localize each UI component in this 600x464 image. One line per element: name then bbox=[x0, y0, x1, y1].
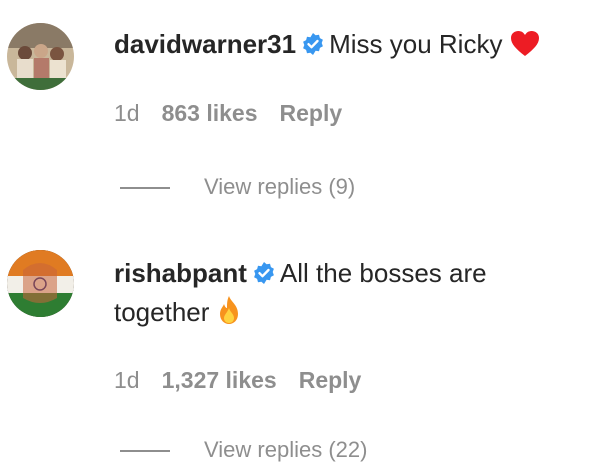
reply-button[interactable]: Reply bbox=[299, 367, 362, 393]
view-replies-button[interactable]: View replies (9) bbox=[120, 173, 355, 201]
reply-button[interactable]: Reply bbox=[280, 100, 343, 126]
comment-item: rishabpant All the bosses are together 1d… bbox=[0, 220, 600, 462]
red-heart-icon bbox=[510, 30, 540, 64]
view-replies-button[interactable]: View replies (22) bbox=[120, 436, 367, 464]
comment-likes[interactable]: 863 likes bbox=[162, 100, 258, 126]
fire-icon bbox=[217, 295, 241, 332]
comment-username[interactable]: rishabpant bbox=[114, 258, 247, 288]
verified-badge-icon bbox=[252, 260, 276, 292]
verified-badge-icon bbox=[301, 31, 325, 63]
comment-likes[interactable]: 1,327 likes bbox=[162, 367, 277, 393]
comment-text-line-2: together bbox=[114, 297, 210, 327]
avatar[interactable] bbox=[7, 23, 74, 90]
comment-text-line-1: All the bosses are bbox=[279, 258, 487, 288]
view-replies-label: View replies (9) bbox=[204, 174, 356, 199]
comment-text: Miss you Ricky bbox=[329, 29, 503, 59]
replies-divider bbox=[120, 450, 170, 453]
replies-divider bbox=[120, 187, 170, 190]
comment-timestamp: 1d bbox=[114, 100, 140, 126]
comment-item: davidwarner31 Miss you Ricky 1d 863 likes R… bbox=[0, 0, 600, 220]
comment-timestamp: 1d bbox=[114, 367, 140, 393]
comment-username[interactable]: davidwarner31 bbox=[114, 29, 296, 59]
avatar[interactable] bbox=[7, 250, 74, 317]
